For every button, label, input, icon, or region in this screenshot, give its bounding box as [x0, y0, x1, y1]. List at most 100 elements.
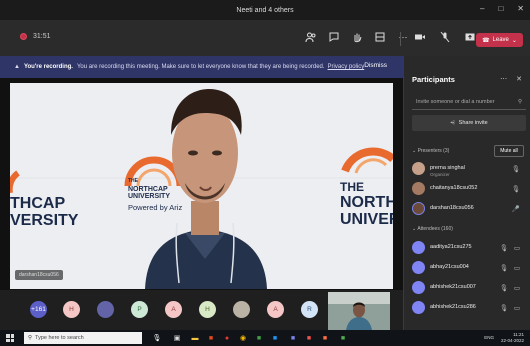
participant-name: abhishek21csu007: [430, 284, 476, 290]
participant-gallery-strip: +161 H P A H A R: [0, 290, 403, 330]
video-name-tag: darshan18csu056: [15, 270, 63, 280]
app-icon[interactable]: ●: [222, 333, 232, 343]
recording-icon: [20, 33, 27, 40]
app-icon[interactable]: ■: [270, 333, 280, 343]
avatar[interactable]: P: [131, 301, 148, 318]
leave-button[interactable]: ☎ Leave ⌄: [476, 33, 523, 47]
participant-row[interactable]: abhay21csu004 🎙 ▭: [412, 261, 526, 278]
banner-message: You are recording this meeting. Make sur…: [76, 64, 325, 70]
windows-start-icon[interactable]: [6, 334, 14, 342]
avatar[interactable]: H: [63, 301, 80, 318]
windows-taskbar: ⚲ Type here to search 🎙 ▣ ▬ ■ ● ◉ ■ ■ ■ …: [0, 330, 530, 346]
mute-all-button[interactable]: Mute all: [494, 145, 524, 157]
avatar: [412, 162, 425, 175]
invite-search-input[interactable]: Invite someone or dial a number ⚲: [412, 96, 526, 110]
people-icon[interactable]: [305, 31, 317, 43]
avatar-label: +161: [31, 306, 46, 313]
app-icon[interactable]: ■: [254, 333, 264, 343]
toolbar-divider: [400, 32, 401, 46]
main-video-feed[interactable]: THCAP VERSITY THE NORTHCAP UNIVERSITY Po…: [10, 83, 393, 289]
avatar-label: R: [307, 306, 312, 313]
participant-name: chaitanya18csu052: [430, 185, 478, 191]
teams-meeting-window: Neeti and 4 others – □ ✕ 31:51 ⋯ ☎ Leave…: [0, 0, 530, 346]
participant-row[interactable]: aaditya21csu275 🎙 ▭: [412, 241, 526, 258]
avatar[interactable]: A: [267, 301, 284, 318]
microphone-muted-icon: 🎙: [499, 305, 508, 312]
search-icon: ⚲: [517, 99, 522, 105]
chat-icon[interactable]: [328, 31, 340, 43]
window-controls: – □ ✕: [480, 4, 524, 13]
avatar-label: P: [137, 306, 142, 313]
minimize-button[interactable]: –: [480, 4, 484, 13]
panel-close-icon[interactable]: ✕: [516, 75, 522, 83]
app-icon[interactable]: ■: [338, 333, 348, 343]
raise-hand-icon[interactable]: [351, 31, 363, 43]
avatar: [412, 301, 425, 314]
window-title: Neeti and 4 others: [236, 6, 294, 14]
logo-left: THCAP VERSITY: [10, 195, 78, 229]
microphone-icon: 🎤: [511, 206, 520, 213]
microphone-muted-icon: 🎙: [499, 265, 508, 272]
app-icon[interactable]: ■: [206, 333, 216, 343]
banner-heading: You're recording.: [23, 64, 73, 70]
search-icon: ⚲: [28, 335, 33, 341]
microphone-muted-icon: 🎙: [511, 166, 520, 173]
logo-left-line2: VERSITY: [10, 212, 79, 229]
participant-row[interactable]: darshan18csu056 🎤: [412, 202, 526, 219]
device-controls: [414, 31, 476, 43]
video-off-icon: ▭: [513, 285, 520, 292]
participant-row[interactable]: chaitanya18csu052 🎙: [412, 182, 526, 199]
more-actions-icon[interactable]: ⋯: [397, 31, 409, 43]
attendees-header[interactable]: ⌄ Attendees (160): [412, 226, 453, 232]
app-icon[interactable]: ■: [320, 333, 330, 343]
avatar[interactable]: R: [301, 301, 318, 318]
avatar[interactable]: H: [199, 301, 216, 318]
presenters-header-label: Presenters (3): [417, 148, 450, 154]
participant-name: abhishek21csu286: [430, 304, 476, 310]
camera-icon[interactable]: [414, 31, 426, 43]
attendees-header-label: Attendees (160): [417, 226, 453, 232]
meeting-timer: 31:51: [20, 33, 51, 40]
chrome-icon[interactable]: ◉: [238, 333, 248, 343]
privacy-policy-link[interactable]: Privacy policy: [328, 64, 365, 70]
self-view-video[interactable]: [328, 292, 390, 330]
avatar[interactable]: [233, 301, 250, 318]
maximize-button[interactable]: □: [498, 4, 503, 13]
rooms-icon[interactable]: [374, 31, 386, 43]
microphone-muted-icon: 🎙: [499, 245, 508, 252]
recording-banner: ▲ You're recording. You are recording th…: [0, 56, 403, 78]
dismiss-button[interactable]: Dismiss: [364, 62, 387, 69]
more-participants-badge[interactable]: +161: [30, 301, 47, 318]
participant-row[interactable]: abhishek21csu286 🎙 ▭: [412, 301, 526, 318]
file-explorer-icon[interactable]: ▬: [190, 333, 200, 343]
avatar-label: A: [171, 306, 176, 313]
share-icon: ⩤: [450, 119, 455, 126]
participant-row[interactable]: abhishek21csu007 🎙 ▭: [412, 281, 526, 298]
toolbar-icon-group: ⋯: [305, 31, 409, 43]
logo-right-line1: NORTH: [340, 194, 393, 211]
logo-right-line2: UNIVER: [340, 211, 393, 228]
avatar-label: H: [69, 306, 74, 313]
presenters-header[interactable]: ⌄ Presenters (3): [412, 148, 449, 154]
self-view-image: [328, 292, 390, 330]
share-screen-icon[interactable]: [464, 31, 476, 43]
elapsed-time: 31:51: [33, 33, 51, 40]
video-off-icon: ▭: [513, 265, 520, 272]
microphone-muted-icon[interactable]: [439, 31, 451, 43]
avatar[interactable]: A: [165, 301, 182, 318]
close-button[interactable]: ✕: [517, 4, 524, 13]
task-view-icon[interactable]: ▣: [172, 333, 182, 343]
panel-more-icon[interactable]: ⋯: [500, 75, 507, 83]
panel-title: Participants: [412, 75, 455, 84]
share-invite-button[interactable]: ⩤ Share invite: [412, 115, 526, 131]
microphone-icon[interactable]: 🎙: [152, 333, 162, 343]
app-icon[interactable]: ■: [304, 333, 314, 343]
chevron-down-icon: ⌄: [511, 37, 517, 44]
taskbar-search-input[interactable]: ⚲ Type here to search: [24, 332, 142, 344]
participant-row[interactable]: prerna singhal Organizer 🎙: [412, 162, 526, 179]
teams-icon[interactable]: ■: [288, 333, 298, 343]
video-off-icon: ▭: [513, 305, 520, 312]
avatar: [412, 202, 425, 215]
logo-right: THE NORTH UNIVER: [340, 181, 393, 229]
avatar[interactable]: [97, 301, 114, 318]
